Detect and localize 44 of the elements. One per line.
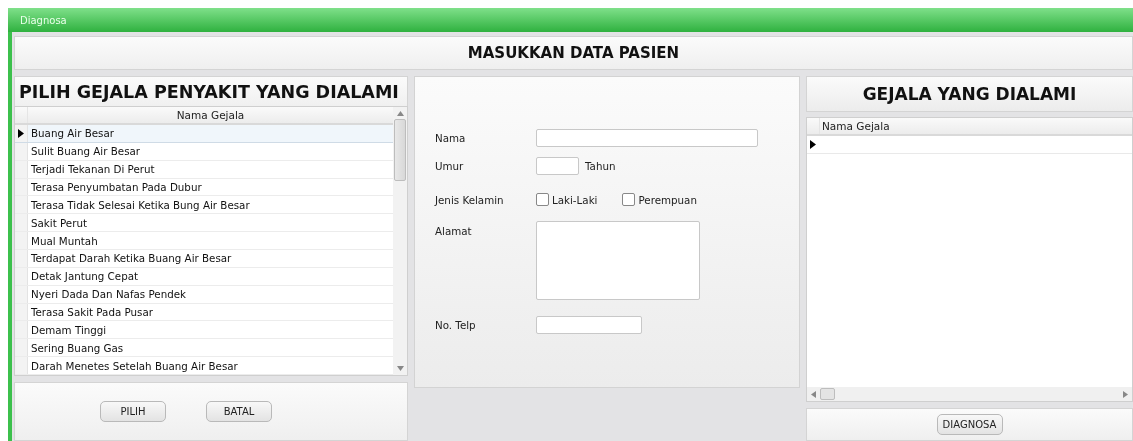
- table-row[interactable]: Demam Tinggi: [15, 321, 393, 340]
- gender-checkbox[interactable]: Laki-Laki: [536, 193, 598, 206]
- gender-checkbox[interactable]: Perempuan: [622, 193, 697, 206]
- column-header: Nama Gejala: [821, 119, 890, 134]
- column-header: Nama Gejala: [175, 108, 246, 123]
- row-pointer-icon: [810, 140, 816, 149]
- table-row[interactable]: Terasa Tidak Selesai Ketika Bung Air Besar: [15, 196, 393, 215]
- field-label: Nama: [435, 132, 467, 144]
- phone-field[interactable]: [536, 316, 642, 334]
- diagnose-button[interactable]: DIAGNOSA: [936, 414, 1003, 435]
- row-pointer-icon: [18, 128, 24, 138]
- table-row[interactable]: Terjadi Tekanan Di Perut: [15, 160, 393, 179]
- header-title: MASUKKAN DATA PASIEN: [467, 44, 680, 62]
- panel-title: PILIH GEJALA PENYAKIT YANG DIALAMI: [14, 76, 408, 106]
- field-label: Alamat: [435, 224, 473, 237]
- scroll-up-icon[interactable]: [396, 111, 404, 116]
- field-label: Umur: [435, 160, 465, 172]
- table-row[interactable]: Terasa Sakit Pada Pusar: [15, 303, 393, 322]
- table-row[interactable]: Sakit Perut: [15, 214, 393, 233]
- table-row[interactable]: Mual Muntah: [15, 232, 393, 250]
- field-label: No. Telp: [435, 319, 477, 331]
- action-button[interactable]: PILIH: [100, 401, 166, 422]
- table-row[interactable]: Nyeri Dada Dan Nafas Pendek: [15, 285, 393, 304]
- panel-title: GEJALA YANG DIALAMI: [806, 76, 1133, 112]
- table-row[interactable]: Detak Jantung Cepat: [15, 267, 393, 286]
- scroll-down-icon[interactable]: [396, 366, 404, 371]
- table-row[interactable]: Darah Menetes Setelah Buang Air Besar: [15, 357, 393, 376]
- field-label: Jenis Kelamin: [435, 193, 505, 206]
- scroll-right-icon[interactable]: [1123, 390, 1128, 398]
- horizontal-scrollbar[interactable]: [807, 387, 1132, 401]
- scrollbar-thumb[interactable]: [820, 388, 835, 400]
- window-title: Diagnosa: [20, 14, 67, 26]
- scrollbar-thumb[interactable]: [394, 119, 406, 181]
- action-button[interactable]: BATAL: [206, 401, 272, 422]
- address-field[interactable]: [536, 221, 700, 300]
- table-row[interactable]: Sering Buang Gas: [15, 339, 393, 358]
- vertical-scrollbar[interactable]: [393, 107, 407, 375]
- name-field[interactable]: [536, 129, 758, 147]
- unit-label: Tahun: [585, 160, 616, 172]
- table-row[interactable]: Terasa Penyumbatan Pada Dubur: [15, 178, 393, 197]
- age-field[interactable]: [536, 157, 579, 175]
- scroll-left-icon[interactable]: [811, 390, 816, 398]
- table-row[interactable]: Sulit Buang Air Besar: [15, 142, 393, 161]
- table-row[interactable]: Terdapat Darah Ketika Buang Air Besar: [15, 250, 393, 268]
